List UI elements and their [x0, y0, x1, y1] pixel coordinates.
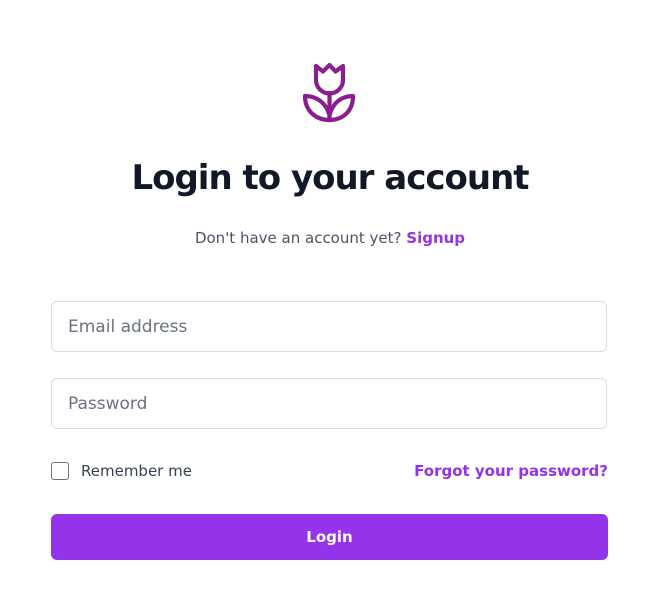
page-title: Login to your account — [131, 158, 529, 198]
remember-me-checkbox[interactable] — [51, 462, 69, 480]
signup-prompt-text: Don't have an account yet? — [194, 229, 402, 247]
signup-link[interactable]: Signup — [406, 229, 465, 247]
tulip-icon — [302, 62, 356, 123]
login-page: Login to your account Don't have an acco… — [0, 0, 671, 615]
remember-me-option[interactable]: Remember me — [51, 460, 192, 482]
remember-me-label: Remember me — [81, 462, 192, 480]
login-button[interactable]: Login — [51, 514, 608, 560]
email-field[interactable] — [51, 301, 607, 352]
password-field[interactable] — [51, 378, 607, 429]
forgot-password-link[interactable]: Forgot your password? — [414, 460, 608, 482]
signup-prompt: Don't have an account yet? Signup — [0, 226, 660, 250]
